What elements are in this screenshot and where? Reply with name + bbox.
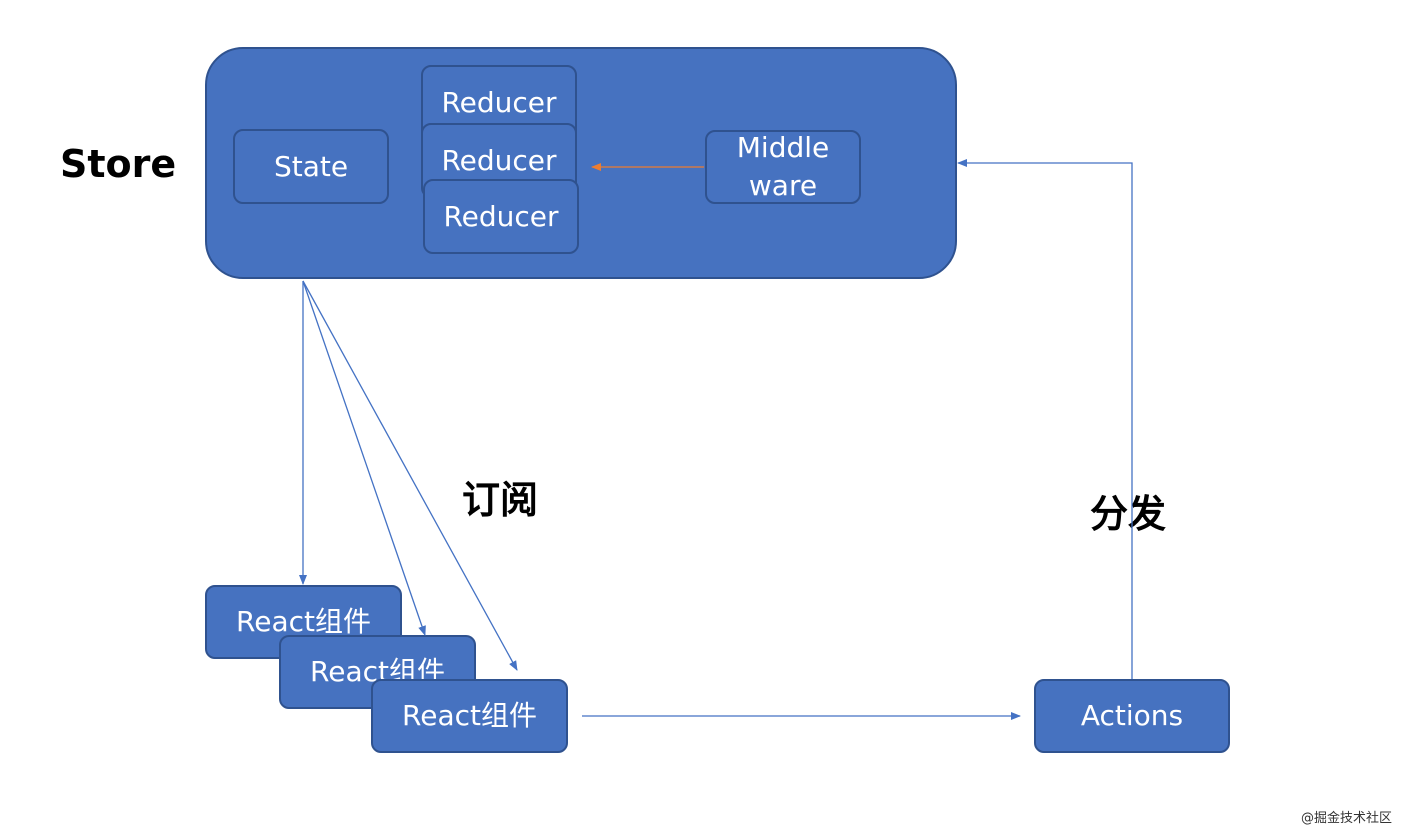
actions-to-store-arrow <box>957 159 1133 679</box>
watermark: @掘金技术社区 <box>1300 811 1392 826</box>
store-to-react-2-arrow <box>302 280 426 636</box>
connector-arrows <box>299 159 1133 720</box>
store-to-react-3-arrow <box>302 280 518 671</box>
